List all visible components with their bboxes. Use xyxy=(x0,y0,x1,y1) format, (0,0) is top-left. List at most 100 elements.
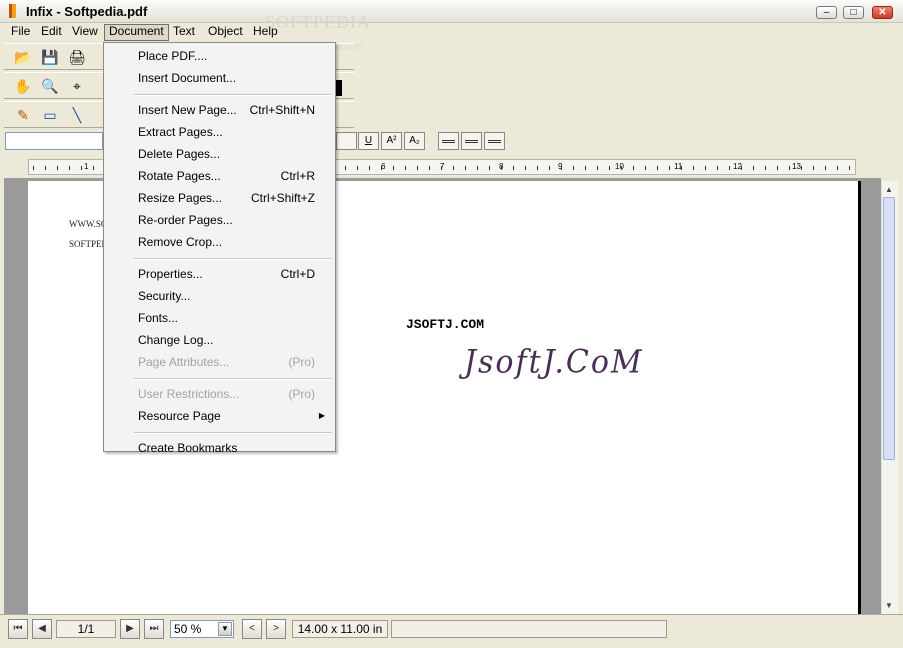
page-text-plain[interactable]: JSOFTJ.COM xyxy=(406,317,484,332)
menu-item-label: Remove Crop... xyxy=(138,235,223,249)
open-icon[interactable]: 📂 xyxy=(14,48,32,66)
last-page-button[interactable]: ⏭ xyxy=(144,619,164,639)
scroll-down-icon[interactable]: ▼ xyxy=(882,599,896,613)
menu-item-label: Delete Pages... xyxy=(138,147,221,161)
ruler-tick xyxy=(525,166,526,170)
rectangle-icon[interactable]: ▭ xyxy=(41,106,59,124)
page-text-snippet[interactable]: WWW.SO xyxy=(69,219,107,229)
scrollbar-thumb[interactable] xyxy=(883,197,895,460)
menu-item-resource-page[interactable]: Resource Page ▶ xyxy=(104,406,335,426)
maximize-button[interactable]: □ xyxy=(843,6,864,19)
menu-item-label: Resize Pages... xyxy=(138,191,223,205)
menu-item-label: Change Log... xyxy=(138,333,214,347)
menu-item-label: Fonts... xyxy=(138,311,179,325)
page-indicator[interactable]: 1/1 xyxy=(56,620,116,638)
view-forward-button[interactable]: > xyxy=(266,619,286,639)
menu-object[interactable]: Object xyxy=(204,24,247,39)
chevron-down-icon[interactable]: ▼ xyxy=(218,622,232,636)
menu-item-re-order-pages[interactable]: Re-order Pages... xyxy=(104,210,335,230)
menu-item-remove-crop[interactable]: Remove Crop... xyxy=(104,232,335,252)
menu-document[interactable]: Document xyxy=(104,24,169,41)
menu-item-extract-pages[interactable]: Extract Pages... xyxy=(104,122,335,142)
page-text-script[interactable]: JsoftJ.CoM xyxy=(464,344,644,381)
crop-tool-icon[interactable]: ⌖ xyxy=(68,77,86,95)
ruler-tick xyxy=(741,166,742,170)
menu-item-shortcut: Ctrl+D xyxy=(280,267,315,281)
subscript-button[interactable]: A₂ xyxy=(404,132,425,150)
menu-item-label: Insert New Page... xyxy=(138,103,237,117)
hand-tool-icon[interactable]: ✋ xyxy=(14,77,32,95)
ruler-tick xyxy=(477,166,478,170)
print-icon[interactable]: 🖨 xyxy=(68,48,86,66)
menu-item-change-log[interactable]: Change Log... xyxy=(104,330,335,350)
ruler-tick xyxy=(729,166,730,170)
ruler-tick xyxy=(537,166,538,170)
ruler-tick xyxy=(777,166,778,170)
menu-view[interactable]: View xyxy=(68,24,102,39)
menu-item-delete-pages[interactable]: Delete Pages... xyxy=(104,144,335,164)
menu-item-rotate-pages[interactable]: Rotate Pages... Ctrl+R xyxy=(104,166,335,186)
ruler-tick xyxy=(441,166,442,170)
menu-item-fonts[interactable]: Fonts... xyxy=(104,308,335,328)
font-name-field[interactable] xyxy=(5,132,103,150)
menu-edit[interactable]: Edit xyxy=(37,24,66,39)
ruler-tick xyxy=(369,166,370,170)
close-button[interactable]: ✕ xyxy=(872,6,893,19)
menu-item-label: Place PDF.... xyxy=(138,49,208,63)
menu-item-label: User Restrictions... xyxy=(138,387,240,401)
menu-item-label: Extract Pages... xyxy=(138,125,223,139)
menu-item-properties[interactable]: Properties... Ctrl+D xyxy=(104,264,335,284)
app-icon xyxy=(9,4,16,18)
menu-item-shortcut: Ctrl+Shift+N xyxy=(249,103,315,117)
zoom-tool-icon[interactable]: 🔍 xyxy=(41,77,59,95)
menu-item-insert-document[interactable]: Insert Document... xyxy=(104,68,335,88)
zoom-select[interactable]: 50 % ▼ xyxy=(170,620,234,638)
menu-item-label: Re-order Pages... xyxy=(138,213,233,227)
ruler-tick xyxy=(789,166,790,170)
menu-file[interactable]: File xyxy=(7,24,34,39)
scroll-up-icon[interactable]: ▲ xyxy=(882,183,896,197)
menu-item-place-pdf[interactable]: Place PDF.... xyxy=(104,46,335,66)
ruler-tick xyxy=(489,166,490,170)
menu-item-resize-pages[interactable]: Resize Pages... Ctrl+Shift+Z xyxy=(104,188,335,208)
pencil-icon[interactable]: ✎ xyxy=(14,106,32,124)
next-page-button[interactable]: ▶ xyxy=(120,619,140,639)
menu-separator xyxy=(134,378,332,380)
ruler-tick xyxy=(453,166,454,170)
ruler-tick xyxy=(381,166,382,170)
menu-item-create-bookmarks[interactable]: Create Bookmarks xyxy=(104,438,335,458)
menu-item-label: Resource Page xyxy=(138,409,221,423)
ruler-tick xyxy=(753,166,754,170)
underline-button[interactable]: U xyxy=(358,132,379,150)
superscript-button[interactable]: A² xyxy=(381,132,402,150)
menu-item-label: Security... xyxy=(138,289,191,303)
menu-help[interactable]: Help xyxy=(249,24,282,39)
align-left-button[interactable] xyxy=(336,132,357,150)
menu-item-label: Create Bookmarks xyxy=(138,441,238,455)
ruler-tick xyxy=(705,166,706,170)
menu-item-label: Rotate Pages... xyxy=(138,169,221,183)
view-back-button[interactable]: < xyxy=(242,619,262,639)
previous-page-button[interactable]: ◀ xyxy=(32,619,52,639)
first-page-button[interactable]: ⏮ xyxy=(8,619,28,639)
ruler-number: 1 xyxy=(84,162,89,171)
ruler-tick xyxy=(405,166,406,170)
ruler-tick xyxy=(813,166,814,170)
ruler-tick xyxy=(801,166,802,170)
zoom-value: 50 % xyxy=(174,622,202,636)
menu-item-security[interactable]: Security... xyxy=(104,286,335,306)
menu-text[interactable]: Text xyxy=(169,24,199,39)
menu-item-insert-new-page[interactable]: Insert New Page... Ctrl+Shift+N xyxy=(104,100,335,120)
menu-item-page-attributes: Page Attributes... (Pro) xyxy=(104,352,335,372)
line-icon[interactable]: ╲ xyxy=(68,106,86,124)
align-right-icon[interactable] xyxy=(484,132,505,150)
align-left-icon[interactable] xyxy=(438,132,459,150)
ruler-tick xyxy=(417,166,418,170)
save-icon[interactable]: 💾 xyxy=(41,48,59,66)
ruler-tick xyxy=(501,166,502,170)
ruler-number: 10 xyxy=(615,162,624,171)
align-center-icon[interactable] xyxy=(461,132,482,150)
ruler-tick xyxy=(825,166,826,170)
ruler-tick xyxy=(57,166,58,170)
minimize-button[interactable]: ‒ xyxy=(816,6,837,19)
